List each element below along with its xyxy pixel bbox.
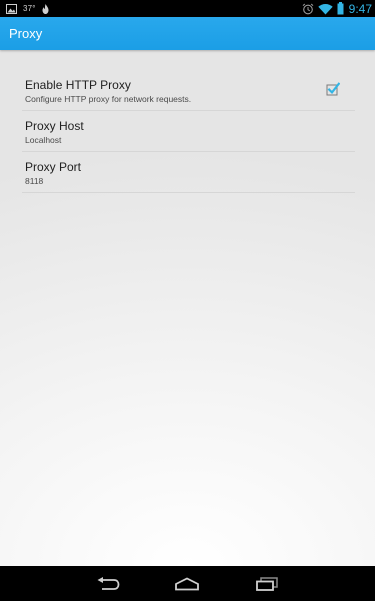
flame-icon — [42, 3, 49, 14]
recent-apps-icon — [256, 577, 278, 591]
home-icon — [175, 577, 199, 591]
clock-time: 9:47 — [348, 1, 372, 16]
wifi-icon — [317, 3, 333, 15]
settings-content: Enable HTTP Proxy Configure HTTP proxy f… — [0, 50, 375, 566]
recent-apps-button[interactable] — [253, 575, 281, 593]
enable-proxy-checkbox[interactable] — [326, 82, 341, 96]
back-button[interactable] — [94, 575, 122, 593]
pref-summary: Localhost — [25, 135, 62, 145]
pref-summary: Configure HTTP proxy for network request… — [25, 94, 192, 104]
battery-icon — [337, 2, 344, 15]
pref-proxy-port[interactable]: Proxy Port 8118 — [22, 152, 355, 193]
pref-title: Enable HTTP Proxy — [25, 78, 131, 92]
pref-summary: 8118 — [25, 176, 44, 186]
status-bar: 37° 9:47 — [0, 0, 375, 17]
pref-enable-http-proxy[interactable]: Enable HTTP Proxy Configure HTTP proxy f… — [22, 70, 355, 111]
action-bar: Proxy — [0, 17, 375, 50]
status-right-icons: 9:47 — [298, 1, 372, 16]
navigation-bar — [0, 566, 375, 601]
checkmark-icon — [326, 82, 341, 96]
alarm-icon — [302, 3, 314, 15]
page-title: Proxy — [9, 26, 43, 41]
status-left-icons: 37° — [6, 2, 55, 15]
pref-proxy-host[interactable]: Proxy Host Localhost — [22, 111, 355, 152]
pref-title: Proxy Port — [25, 160, 82, 174]
pref-title: Proxy Host — [25, 119, 84, 133]
back-icon — [97, 577, 120, 590]
temperature-text: 37° — [23, 4, 36, 13]
gallery-icon — [6, 3, 17, 14]
home-button[interactable] — [173, 575, 201, 593]
preference-list: Enable HTTP Proxy Configure HTTP proxy f… — [22, 70, 355, 193]
